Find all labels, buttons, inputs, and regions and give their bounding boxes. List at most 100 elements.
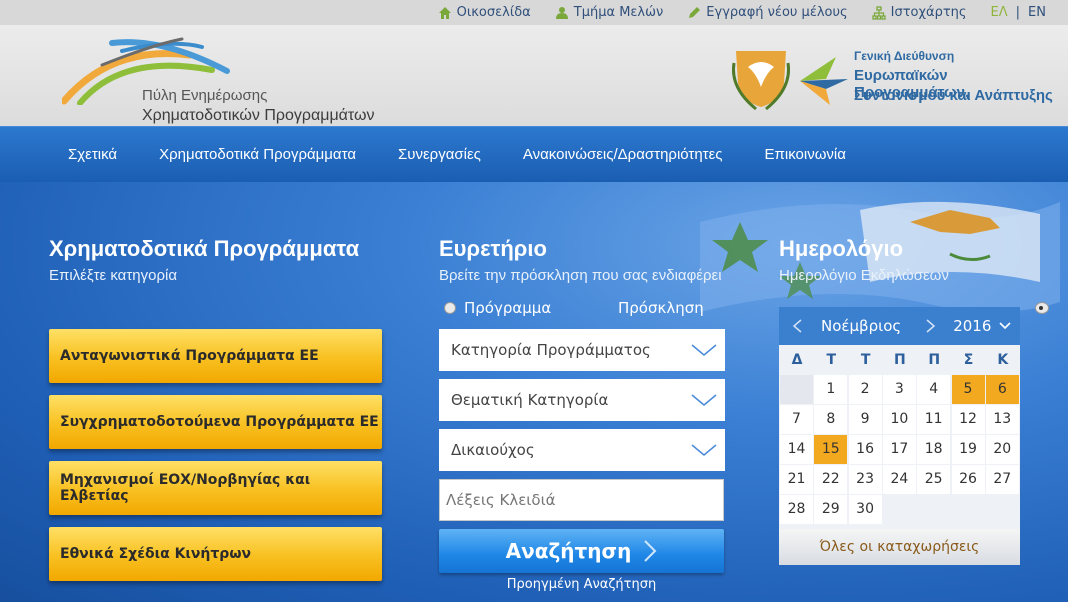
chevron-left-icon[interactable]: [791, 319, 805, 333]
language-switcher: ΕΛ | EN: [991, 5, 1046, 20]
weekday-header: Π: [928, 352, 941, 368]
calendar-day[interactable]: 9: [848, 405, 882, 434]
nav-item-contact[interactable]: Επικοινωνία: [765, 146, 846, 163]
lang-el[interactable]: ΕΛ: [991, 5, 1008, 20]
thematic-select[interactable]: Θεματική Κατηγορία: [439, 379, 725, 421]
category-select[interactable]: Κατηγορία Προγράμματος: [439, 329, 725, 371]
calendar-day[interactable]: 5: [951, 375, 985, 404]
radio-call-label: Πρόσκληση: [618, 299, 704, 317]
nav-item-about[interactable]: Σχετικά: [68, 146, 117, 163]
nav-item-announcements[interactable]: Ανακοινώσεις/Δραστηριότητες: [523, 146, 723, 163]
advanced-search-link[interactable]: Προηγμένη Αναζήτηση: [439, 577, 724, 592]
chevron-down-icon: [691, 444, 717, 456]
pencil-icon: [689, 6, 701, 18]
portal-logo-line2: Χρηματοδοτικών Προγραμμάτων: [142, 107, 375, 124]
search-button[interactable]: Αναζήτηση: [439, 529, 724, 573]
sitemap-icon: [872, 5, 886, 20]
radio-call-dot[interactable]: [1035, 302, 1049, 314]
program-category-button[interactable]: Μηχανισμοί ΕΟΧ/Νορβηγίας και Ελβετίας: [49, 461, 382, 515]
chevron-right-icon[interactable]: [923, 319, 937, 333]
home-link-label: Οικοσελίδα: [456, 5, 531, 20]
portal-logo-line1: Πύλη Ενημέρωσης: [142, 87, 268, 104]
calendar-day[interactable]: 17: [882, 435, 916, 464]
calendar-day[interactable]: 1: [814, 375, 848, 404]
calendar-day[interactable]: 11: [917, 405, 951, 434]
calendar-day[interactable]: 2: [848, 375, 882, 404]
calendar-day[interactable]: 14: [780, 435, 813, 464]
calendar-day[interactable]: 7: [780, 405, 813, 434]
weekday-header: Σ: [963, 352, 974, 368]
calendar-day[interactable]: 30: [848, 495, 882, 524]
chevron-right-icon: [644, 540, 657, 562]
index-title: Ευρετήριο: [439, 236, 547, 261]
calendar-day[interactable]: 24: [882, 465, 916, 494]
members-link[interactable]: Τμήμα Μελών: [555, 5, 664, 20]
calendar-day[interactable]: 12: [951, 405, 985, 434]
program-category-button[interactable]: Συγχρηματοδοτούμενα Προγράμματα ΕΕ: [49, 395, 382, 449]
weekday-header: Τ: [860, 352, 871, 368]
search-button-label: Αναζήτηση: [505, 539, 632, 563]
user-icon: [555, 6, 568, 19]
sitemap-link-label: Ιστοχάρτης: [890, 5, 967, 20]
category-select-value: Κατηγορία Προγράμματος: [451, 341, 651, 359]
radio-program[interactable]: Πρόγραμμα: [444, 299, 551, 317]
calendar-day[interactable]: 4: [917, 375, 951, 404]
directorate-logo[interactable]: Γενική Διεύθυνση Ευρωπαϊκών Προγραμμάτων…: [726, 43, 1056, 123]
nav-item-funding-programs[interactable]: Χρηματοδοτικά Προγράμματα: [159, 146, 356, 163]
directorate-small-label: Γενική Διεύθυνση: [854, 49, 955, 63]
calendar-empty-cell: [780, 375, 813, 404]
calendar-day[interactable]: 23: [848, 465, 882, 494]
calendar-month[interactable]: Νοέμβριος: [821, 317, 901, 335]
calendar-day[interactable]: 16: [848, 435, 882, 464]
home-icon: [438, 6, 451, 19]
calendar-day[interactable]: 10: [882, 405, 916, 434]
nav-item-partnerships[interactable]: Συνεργασίες: [398, 146, 481, 163]
calendar-day[interactable]: 6: [985, 375, 1019, 404]
calendar-day[interactable]: 8: [814, 405, 848, 434]
program-category-button[interactable]: Ανταγωνιστικά Προγράμματα ΕΕ: [49, 329, 382, 383]
weekday-header: Κ: [997, 352, 1009, 368]
radio-program-dot[interactable]: [444, 302, 456, 314]
all-entries-link[interactable]: Όλες οι καταχωρήσεις: [779, 529, 1020, 565]
calendar-day[interactable]: 20: [985, 435, 1019, 464]
top-utility-bar: Οικοσελίδα Τμήμα Μελών Εγγραφή νέου μέλο…: [0, 0, 1068, 25]
directorate-line2: Συντονισμού και Ανάπτυξης: [854, 87, 1053, 104]
calendar-day[interactable]: 29: [814, 495, 848, 524]
calendar-day[interactable]: 19: [951, 435, 985, 464]
site-header: Πύλη Ενημέρωσης Χρηματοδοτικών Προγραμμά…: [0, 25, 1068, 126]
lang-en[interactable]: EN: [1028, 5, 1046, 20]
lang-separator: |: [1015, 5, 1021, 20]
chevron-down-icon[interactable]: [999, 322, 1011, 330]
calendar-day[interactable]: 26: [951, 465, 985, 494]
calendar-subtitle: Ημερολόγιο Εκδηλώσεων: [779, 267, 949, 284]
calendar-header: Νοέμβριος 2016: [779, 307, 1020, 345]
programs-subtitle: Επιλέξτε κατηγορία: [49, 267, 178, 284]
portal-logo[interactable]: Πύλη Ενημέρωσης Χρηματοδοτικών Προγραμμά…: [62, 35, 392, 125]
chevron-down-icon: [691, 344, 717, 356]
index-subtitle: Βρείτε την πρόσκληση που σας ενδιαφέρει: [439, 267, 722, 284]
programs-title: Χρηματοδοτικά Προγράμματα: [49, 236, 360, 261]
sitemap-link[interactable]: Ιστοχάρτης: [872, 5, 967, 20]
calendar-day[interactable]: 25: [917, 465, 951, 494]
keywords-input[interactable]: [439, 479, 724, 521]
chevron-down-icon: [691, 394, 717, 406]
hero-section: Χρηματοδοτικά Προγράμματα Επιλέξτε κατηγ…: [0, 182, 1068, 602]
calendar-day[interactable]: 13: [985, 405, 1019, 434]
members-link-label: Τμήμα Μελών: [573, 5, 664, 20]
calendar-day[interactable]: 27: [985, 465, 1019, 494]
register-link[interactable]: Εγγραφή νέου μέλους: [687, 5, 848, 20]
program-category-button[interactable]: Εθνικά Σχέδια Κινήτρων: [49, 527, 382, 581]
radio-call[interactable]: Πρόσκληση: [596, 299, 1049, 317]
calendar-year[interactable]: 2016: [953, 317, 991, 335]
main-nav: Σχετικά Χρηματοδοτικά Προγράμματα Συνεργ…: [0, 126, 1068, 182]
radio-program-label: Πρόγραμμα: [464, 299, 552, 317]
weekday-header: Τ: [826, 352, 837, 368]
home-link[interactable]: Οικοσελίδα: [438, 5, 531, 20]
calendar-day[interactable]: 22: [814, 465, 848, 494]
calendar-day[interactable]: 18: [917, 435, 951, 464]
calendar-day[interactable]: 3: [882, 375, 916, 404]
calendar-day[interactable]: 21: [780, 465, 813, 494]
calendar-day[interactable]: 28: [780, 495, 813, 524]
calendar-day[interactable]: 15: [814, 435, 848, 464]
beneficiary-select[interactable]: Δικαιούχος: [439, 429, 725, 471]
